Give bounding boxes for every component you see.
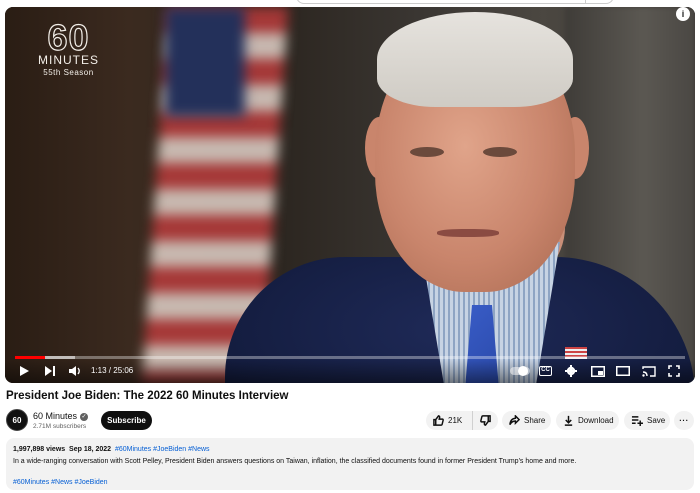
description-text: In a wide-ranging conversation with Scot…	[13, 458, 577, 465]
description-hashtags[interactable]: #60Minutes #News #JoeBiden	[13, 479, 108, 486]
download-label: Download	[578, 416, 614, 425]
logo-season: 55th Season	[43, 68, 94, 77]
search-divider	[585, 0, 586, 3]
logo-word: MINUTES	[38, 53, 99, 67]
save-button[interactable]: Save	[624, 411, 670, 430]
next-icon[interactable]	[43, 364, 57, 378]
video-frame	[5, 7, 695, 383]
volume-icon[interactable]	[67, 364, 83, 378]
autoplay-toggle[interactable]	[510, 366, 530, 376]
miniplayer-icon[interactable]	[590, 364, 606, 378]
share-icon	[509, 415, 520, 426]
meta-hashtags[interactable]: #60Minutes #JoeBiden #News	[115, 446, 210, 453]
share-button[interactable]: Share	[502, 411, 551, 430]
share-label: Share	[524, 416, 546, 425]
subscribe-button[interactable]: Subscribe	[101, 411, 152, 430]
channel-avatar[interactable]: 60	[6, 409, 28, 431]
save-label: Save	[647, 416, 666, 425]
time-display: 1:13 / 25:06	[91, 366, 134, 375]
channel-watermark-logo: 60 MINUTES 55th Season	[38, 17, 99, 77]
eye-left	[410, 147, 444, 157]
video-title: President Joe Biden: The 2022 60 Minutes…	[6, 390, 289, 402]
thumbs-down-icon	[480, 415, 491, 426]
channel-name-row[interactable]: 60 Minutes ✓	[33, 411, 89, 421]
like-button[interactable]: 21K	[426, 411, 473, 430]
download-icon	[564, 415, 573, 426]
eye-right	[483, 147, 517, 157]
view-count: 1,997,898 views	[13, 446, 66, 453]
download-button[interactable]: Download	[556, 411, 619, 430]
youtube-watch-page: 60 MINUTES 55th Season i 1:13 / 25:06 CC	[0, 0, 700, 493]
add-to-playlist-icon	[631, 416, 643, 426]
more-actions-button[interactable]: ···	[674, 411, 694, 430]
fullscreen-icon[interactable]	[666, 364, 682, 378]
info-icon[interactable]: i	[676, 7, 690, 21]
upload-date: Sep 18, 2022	[69, 446, 112, 453]
play-icon[interactable]	[17, 364, 31, 378]
like-count: 21K	[448, 416, 463, 425]
mouth	[437, 229, 499, 237]
video-player[interactable]: 60 MINUTES 55th Season i 1:13 / 25:06 CC	[5, 7, 695, 383]
logo-number: 60	[47, 17, 90, 58]
description-meta: 1,997,898 views Sep 18, 2022 #60Minutes …	[13, 446, 210, 453]
subscriber-count: 2.71M subscribers	[33, 423, 87, 430]
verified-icon: ✓	[80, 412, 89, 421]
autoplay-knob	[518, 366, 528, 376]
dislike-button[interactable]	[473, 411, 498, 430]
flag-canton-blur	[165, 7, 245, 117]
gear-icon[interactable]	[564, 364, 578, 378]
like-dislike-group: 21K	[426, 411, 498, 430]
top-bar	[0, 0, 700, 7]
description-box[interactable]: 1,997,898 views Sep 18, 2022 #60Minutes …	[6, 438, 694, 490]
thumbs-up-icon	[433, 415, 444, 426]
player-controls: 1:13 / 25:06 CC	[5, 359, 695, 383]
cast-icon[interactable]	[641, 364, 657, 378]
hair	[377, 12, 573, 107]
captions-icon[interactable]: CC	[539, 366, 552, 376]
theater-icon[interactable]	[615, 364, 631, 378]
search-box-edge[interactable]	[296, 0, 614, 4]
channel-name[interactable]: 60 Minutes	[33, 411, 77, 421]
